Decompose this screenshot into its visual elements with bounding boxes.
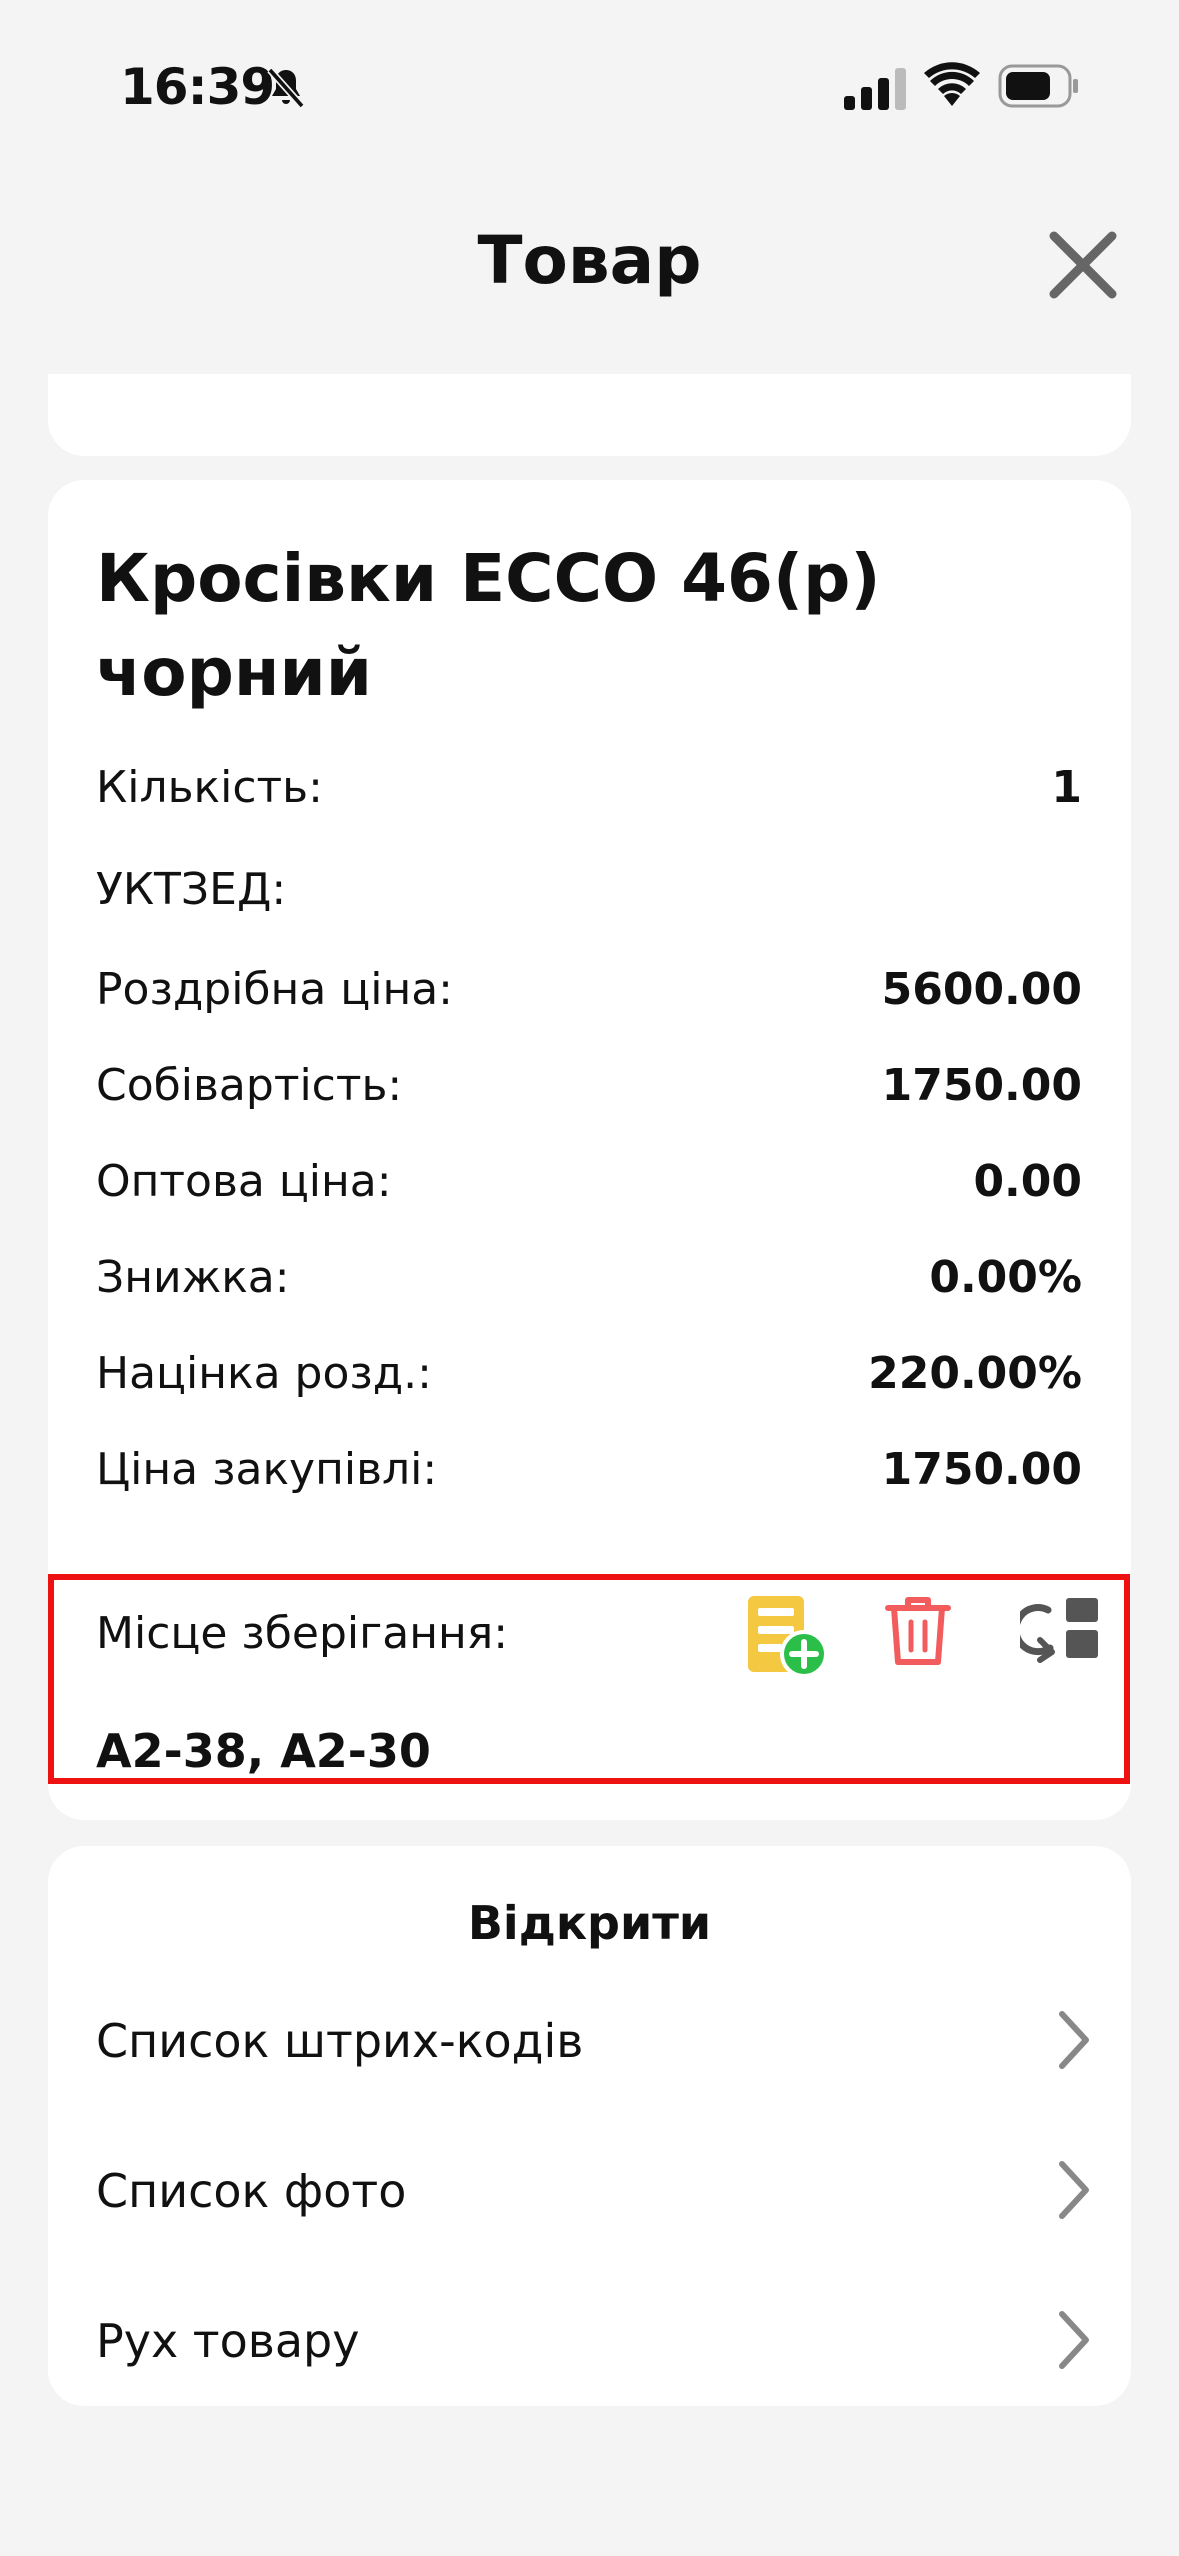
field-row-uktzed: УКТЗЕД: bbox=[96, 854, 1082, 924]
close-icon[interactable] bbox=[1046, 228, 1120, 302]
field-value: 0.00 bbox=[973, 1155, 1082, 1207]
open-item-label: Рух товару bbox=[96, 2314, 360, 2368]
open-item-product-movement[interactable]: Рух товару bbox=[48, 2286, 1131, 2396]
open-item-label: Список штрих-кодів bbox=[96, 2014, 584, 2068]
storage-add-icon[interactable] bbox=[742, 1592, 832, 1682]
field-label: Націнка розд.: bbox=[96, 1347, 432, 1399]
field-value: 0.00% bbox=[929, 1251, 1082, 1303]
field-row-quantity: Кількість: 1 bbox=[96, 752, 1082, 822]
open-item-photos[interactable]: Список фото bbox=[48, 2136, 1131, 2246]
field-label: Оптова ціна: bbox=[96, 1155, 392, 1207]
chevron-right-icon bbox=[1059, 2161, 1089, 2219]
open-item-label: Список фото bbox=[96, 2164, 407, 2218]
field-row-retail-markup: Націнка розд.: 220.00% bbox=[96, 1338, 1082, 1408]
field-value: 220.00% bbox=[868, 1347, 1082, 1399]
field-row-cost: Собівартість: 1750.00 bbox=[96, 1050, 1082, 1120]
field-label: УКТЗЕД: bbox=[96, 863, 287, 915]
storage-label: Місце зберігання: bbox=[96, 1608, 509, 1659]
move-storage-icon[interactable] bbox=[1020, 1594, 1102, 1664]
trash-icon[interactable] bbox=[884, 1594, 952, 1668]
product-card: Кросівки ECCO 46(р) чорний Кількість: 1 … bbox=[48, 480, 1131, 1820]
product-title: Кросівки ECCO 46(р) чорний bbox=[96, 540, 881, 711]
status-time: 16:39 bbox=[120, 58, 275, 116]
open-section-card: Відкрити Список штрих-кодів Список фото … bbox=[48, 1846, 1131, 2406]
field-value: 1750.00 bbox=[881, 1443, 1082, 1495]
field-label: Знижка: bbox=[96, 1251, 290, 1303]
field-label: Кількість: bbox=[96, 761, 323, 813]
field-row-discount: Знижка: 0.00% bbox=[96, 1242, 1082, 1312]
field-row-retail-price: Роздрібна ціна: 5600.00 bbox=[96, 954, 1082, 1024]
bell-slash-icon bbox=[267, 67, 305, 109]
cellular-signal-icon bbox=[844, 68, 906, 110]
wifi-icon bbox=[924, 62, 980, 106]
status-bar: 16:39 bbox=[0, 0, 1179, 170]
field-label: Собівартість: bbox=[96, 1059, 403, 1111]
field-value: 5600.00 bbox=[881, 963, 1082, 1015]
field-row-purchase-price: Ціна закупівлі: 1750.00 bbox=[96, 1434, 1082, 1504]
field-value: 1750.00 bbox=[881, 1059, 1082, 1111]
field-label: Роздрібна ціна: bbox=[96, 963, 454, 1015]
field-label: Ціна закупівлі: bbox=[96, 1443, 438, 1495]
open-section-title: Відкрити bbox=[467, 1896, 712, 1950]
field-row-wholesale-price: Оптова ціна: 0.00 bbox=[96, 1146, 1082, 1216]
chevron-right-icon bbox=[1059, 2011, 1089, 2069]
top-card bbox=[48, 374, 1131, 456]
battery-icon bbox=[998, 64, 1078, 108]
storage-value: A2-38, A2-30 bbox=[96, 1724, 431, 1778]
field-value: 1 bbox=[1051, 761, 1082, 813]
page-title: Товар bbox=[477, 222, 702, 299]
open-item-barcodes[interactable]: Список штрих-кодів bbox=[48, 1986, 1131, 2096]
storage-location-section: Місце зберігання: A2-38, A2-30 bbox=[48, 1574, 1130, 1784]
chevron-right-icon bbox=[1059, 2311, 1089, 2369]
